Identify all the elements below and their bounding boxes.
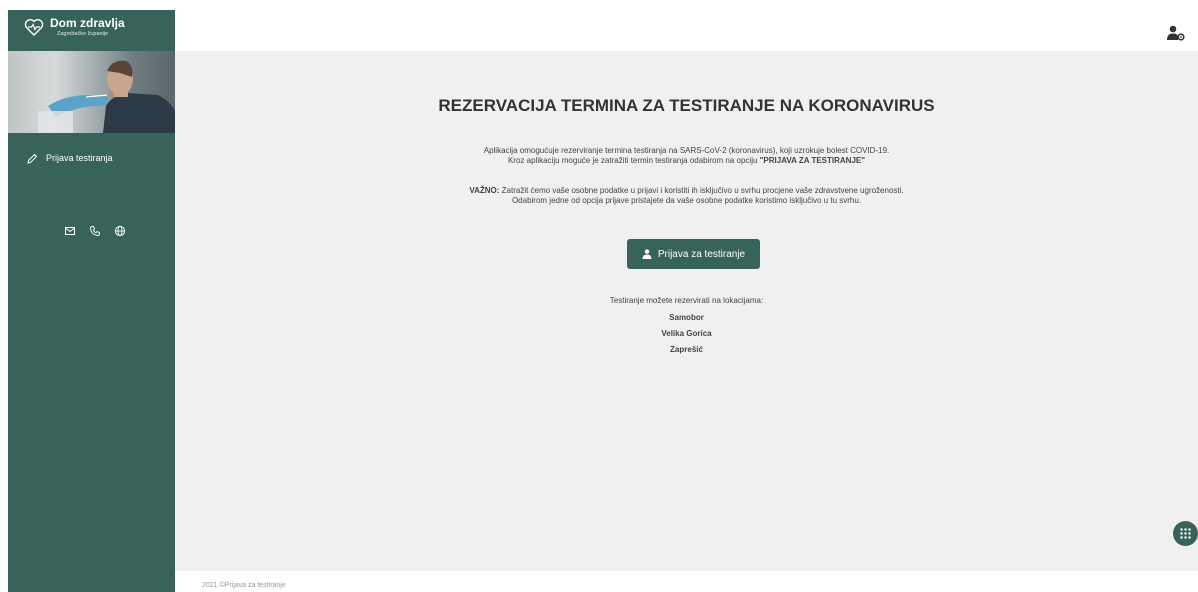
contact-icons — [64, 224, 126, 237]
notice-line-1: VAŽNO: Zatražit ćemo vaše osobne podatke… — [175, 186, 1198, 196]
notice-label: VAŽNO: — [469, 186, 500, 195]
mail-icon[interactable] — [64, 224, 76, 236]
sidebar: Dom zdravlja Zagrebačke županije Prijava… — [8, 10, 175, 592]
apps-grid-button[interactable] — [1173, 521, 1198, 546]
phone-icon[interactable] — [89, 224, 101, 236]
prijava-za-testiranje-button[interactable]: Prijava za testiranje — [627, 239, 760, 269]
intro-line-2-text: Kroz aplikaciju moguće je zatražiti term… — [507, 156, 760, 165]
page-title: REZERVACIJA TERMINA ZA TESTIRANJE NA KOR… — [438, 96, 935, 115]
testing-photo-illustration — [38, 60, 175, 133]
globe-icon[interactable] — [114, 224, 126, 237]
intro-line-2: Kroz aplikaciju moguće je zatražiti term… — [175, 156, 1198, 166]
intro-line-1: Aplikacija omogućuje rezerviranje termin… — [483, 146, 890, 155]
user-icon — [642, 249, 652, 259]
notice-line-1-text: Zatražit ćemo vaše osobne podatke u prij… — [499, 186, 904, 195]
sidebar-item-prijava-testiranja[interactable]: Prijava testiranja — [8, 149, 175, 169]
location-item: Velika Gorica — [661, 329, 712, 338]
notice-line-2: Odabirom jedne od opcija prijave pristaj… — [511, 196, 862, 205]
main-content: REZERVACIJA TERMINA ZA TESTIRANJE NA KOR… — [175, 51, 1198, 571]
brand[interactable]: Dom zdravlja Zagrebačke županije — [8, 10, 175, 44]
footer: 2021 ©Prijava za testiranje — [175, 571, 1198, 592]
user-settings-icon[interactable] — [1167, 25, 1185, 41]
locations-intro: Testiranje možete rezervirati na lokacij… — [609, 296, 764, 305]
footer-text: 2021 ©Prijava za testiranje — [202, 582, 286, 589]
heart-pulse-icon — [24, 19, 44, 36]
brand-title: Dom zdravlja — [50, 16, 125, 30]
grid-icon — [1180, 528, 1191, 539]
location-item: Samobor — [669, 313, 704, 322]
intro-line-2-bold: "PRIJAVA ZA TESTIRANJE" — [759, 156, 866, 165]
topbar — [175, 10, 1198, 51]
header-photo — [8, 51, 175, 133]
sidebar-item-label: Prijava testiranja — [46, 153, 113, 163]
locations-section: Testiranje možete rezervirati na lokacij… — [175, 295, 1198, 355]
notice-text: VAŽNO: Zatražit ćemo vaše osobne podatke… — [175, 186, 1198, 206]
brand-subtitle: Zagrebačke županije — [57, 31, 109, 37]
button-label: Prijava za testiranje — [657, 248, 746, 260]
intro-text: Aplikacija omogućuje rezerviranje termin… — [175, 146, 1198, 166]
location-item: Zaprešić — [670, 345, 703, 354]
pencil-icon — [27, 153, 38, 164]
